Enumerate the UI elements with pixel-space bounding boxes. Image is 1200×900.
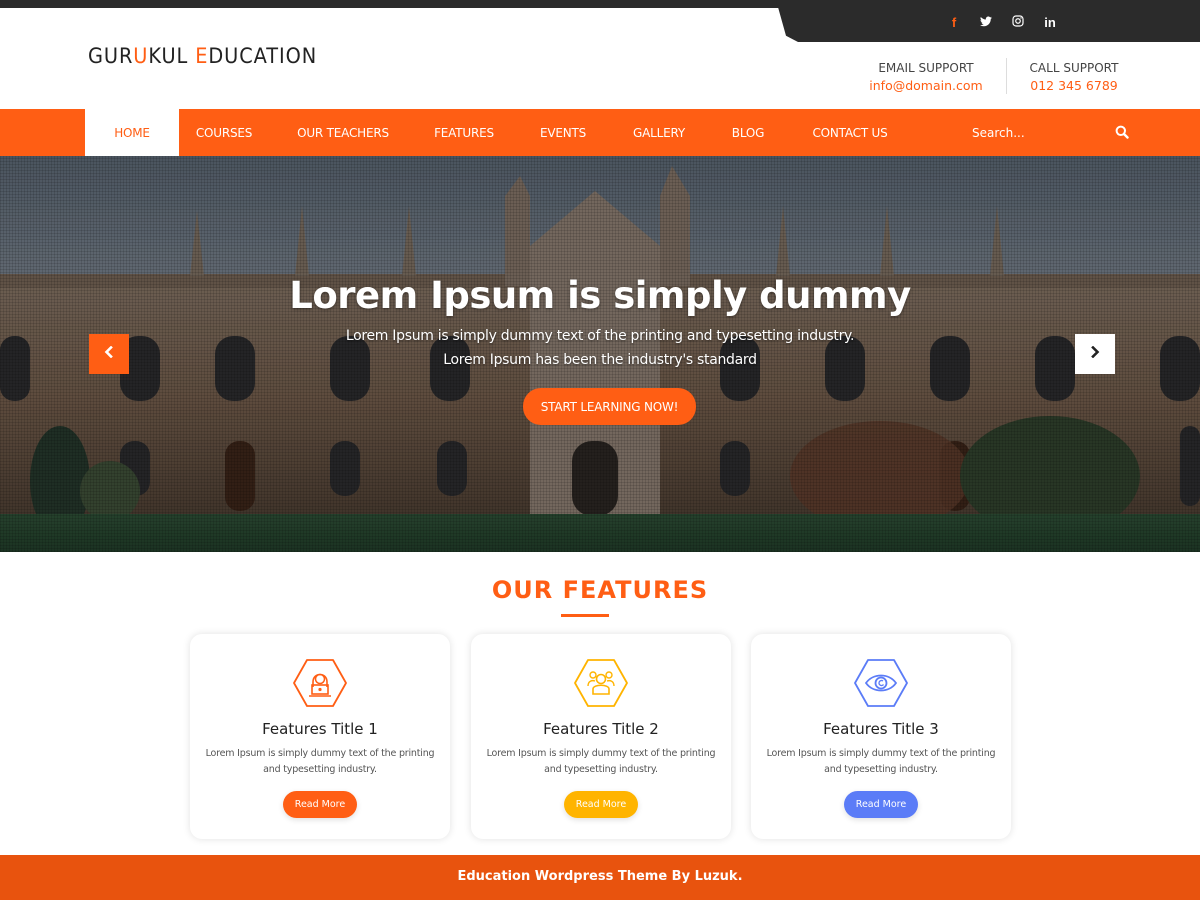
feature-description-line: Lorem Ipsum is simply dummy text of the … <box>486 748 716 759</box>
call-support: CALL SUPPORT 012 345 6789 <box>1022 60 1126 96</box>
main-nav: HOME COURSES OUR TEACHERS FEATURES EVENT… <box>0 109 1200 156</box>
chevron-right-icon <box>1090 345 1100 363</box>
linkedin-icon[interactable]: in <box>1034 14 1066 32</box>
read-more-button[interactable]: Read More <box>844 791 918 818</box>
logo-text: GUR <box>88 44 134 68</box>
nav-item-gallery[interactable]: GALLERY <box>618 109 700 156</box>
heading-underline <box>561 614 609 617</box>
nav-item-our-teachers[interactable]: OUR TEACHERS <box>283 109 403 156</box>
nav-item-courses[interactable]: COURSES <box>179 109 269 156</box>
slider-prev-button[interactable] <box>89 334 129 374</box>
feature-title: Features Title 1 <box>262 720 378 738</box>
hero-subtitle: Lorem Ipsum is simply dummy text of the … <box>345 328 855 344</box>
feature-description-line: and typesetting industry. <box>263 764 377 775</box>
email-support-link[interactable]: info@domain.com <box>864 76 988 96</box>
feature-description-line: and typesetting industry. <box>824 764 938 775</box>
logo-text: KUL <box>148 44 196 68</box>
hero-slider: Lorem Ipsum is simply dummy Lorem Ipsum … <box>0 156 1200 552</box>
email-support: EMAIL SUPPORT info@domain.com <box>864 60 988 96</box>
instagram-icon[interactable] <box>1002 14 1034 32</box>
call-support-number[interactable]: 012 345 6789 <box>1022 76 1126 96</box>
email-support-label: EMAIL SUPPORT <box>878 61 974 75</box>
nav-item-features[interactable]: FEATURES <box>420 109 508 156</box>
support-divider <box>1006 58 1007 94</box>
logo-accent: U <box>133 44 149 68</box>
feature-card: Features Title 3 Lorem Ipsum is simply d… <box>751 634 1011 839</box>
nav-item-contact-us[interactable]: CONTACT US <box>800 109 900 156</box>
site-logo[interactable]: GURUKUL EDUCATION <box>88 44 317 68</box>
social-links: f in <box>938 14 1066 32</box>
twitter-icon[interactable] <box>970 14 1002 32</box>
search-input[interactable] <box>962 120 1112 146</box>
facebook-icon[interactable]: f <box>938 14 970 32</box>
student-laptop-icon <box>292 658 348 708</box>
search-icon[interactable] <box>1115 125 1129 139</box>
feature-description-line: and typesetting industry. <box>544 764 658 775</box>
feature-card: Features Title 1 Lorem Ipsum is simply d… <box>190 634 450 839</box>
feature-description: Lorem Ipsum is simply dummy text of the … <box>765 746 997 778</box>
call-support-label: CALL SUPPORT <box>1029 61 1119 75</box>
start-learning-button[interactable]: START LEARNING NOW! <box>523 388 696 425</box>
feature-title: Features Title 2 <box>543 720 659 738</box>
hero-title: Lorem Ipsum is simply dummy <box>289 274 911 317</box>
slider-next-button[interactable] <box>1075 334 1115 374</box>
nav-item-home[interactable]: HOME <box>85 109 179 156</box>
logo-text: DUCATION <box>208 44 318 68</box>
feature-description-line: Lorem Ipsum is simply dummy text of the … <box>205 748 435 759</box>
hero-subtitle: Lorem Ipsum has been the industry's stan… <box>443 352 757 368</box>
footer-credit[interactable]: Education Wordpress Theme By Luzuk. <box>457 869 742 884</box>
nav-item-blog[interactable]: BLOG <box>718 109 778 156</box>
feature-description-line: Lorem Ipsum is simply dummy text of the … <box>766 748 996 759</box>
nav-item-events[interactable]: EVENTS <box>525 109 601 156</box>
read-more-button[interactable]: Read More <box>283 791 357 818</box>
eye-icon <box>853 658 909 708</box>
site-footer: Education Wordpress Theme By Luzuk. <box>0 855 1200 900</box>
logo-accent: E <box>195 44 209 68</box>
feature-card: Features Title 2 Lorem Ipsum is simply d… <box>471 634 731 839</box>
feature-description: Lorem Ipsum is simply dummy text of the … <box>485 746 717 778</box>
feature-description: Lorem Ipsum is simply dummy text of the … <box>204 746 436 778</box>
read-more-button[interactable]: Read More <box>564 791 638 818</box>
feature-title: Features Title 3 <box>823 720 939 738</box>
chevron-left-icon <box>104 345 114 363</box>
features-heading: OUR FEATURES <box>491 576 709 604</box>
group-icon <box>573 658 629 708</box>
